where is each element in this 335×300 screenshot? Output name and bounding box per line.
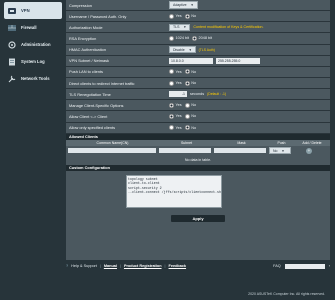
only-specified-no-radio[interactable]: No <box>184 125 196 131</box>
keys-certification-link[interactable]: Content modification of Keys & Certifica… <box>193 25 263 29</box>
manage-opts-row: Manage Client-Specific Options Yes No <box>66 100 330 112</box>
push-lan-no-radio[interactable]: No <box>184 69 196 75</box>
c2c-no-radio[interactable]: No <box>184 113 196 119</box>
auth-mode-row: Authorization Mode TLS ▼ Content modific… <box>66 22 330 34</box>
apply-row: Apply <box>66 213 330 223</box>
only-specified-label: Allow only specified clients <box>69 125 116 131</box>
tls-reneg-row: TLS Renegotiation Time -1 seconds (Defau… <box>66 89 330 101</box>
subnet-client-input[interactable] <box>159 148 211 154</box>
hmac-row: HMAC Authentication Disable ▼ (TLS Auth) <box>66 45 330 56</box>
sidebar-item-label: Administration <box>21 42 51 47</box>
mask-client-input[interactable] <box>214 148 266 154</box>
product-registration-link[interactable]: Product Registration <box>124 264 162 268</box>
tls-reneg-note: (Default : -1) <box>207 92 226 97</box>
sidebar-item-network-tools[interactable]: Network Tools <box>4 70 62 87</box>
copyright: 2020 ASUSTeK Computer Inc. All rights re… <box>248 292 325 296</box>
push-lan-row: Push LAN to clients Yes No <box>66 67 330 78</box>
sidebar-item-label: VPN <box>21 8 30 13</box>
sidebar-item-label: System Log <box>21 59 45 64</box>
sidebar: VPN Firewall Administration System Log N… <box>4 0 62 100</box>
tls-reneg-label: TLS Renegotiation Time <box>69 91 111 97</box>
custom-config-textarea[interactable] <box>126 174 222 208</box>
network-tools-icon <box>7 74 17 84</box>
tls-reneg-input[interactable]: -1 <box>169 91 187 97</box>
manage-opts-label: Manage Client-Specific Options <box>69 102 124 108</box>
administration-icon <box>7 40 17 50</box>
rsa-label: RSA Encryption <box>69 35 97 41</box>
footer: ? Help & Support | Manual | Product Regi… <box>66 263 330 269</box>
column-header: Mask <box>237 140 246 145</box>
search-icon[interactable]: › <box>329 264 330 268</box>
username-auth-no-radio[interactable]: No <box>184 13 196 19</box>
c2c-yes-radio[interactable]: Yes <box>169 113 182 119</box>
c2c-row: Allow Client <-> Client Yes No <box>66 111 330 123</box>
redirect-yes-radio[interactable]: Yes <box>169 80 182 86</box>
username-auth-yes-radio[interactable]: Yes <box>169 13 182 19</box>
subnet-input[interactable]: 10.8.0.0 <box>169 58 213 64</box>
sidebar-item-vpn[interactable]: VPN <box>4 2 62 19</box>
subnet-row: VPN Subnet / Netmask 10.8.0.0 255.255.25… <box>66 56 330 67</box>
sidebar-item-administration[interactable]: Administration <box>4 36 62 53</box>
settings-table: Compression Adaptive ▼ Username / Passwo… <box>66 0 330 134</box>
hmac-label: HMAC Authentication <box>69 47 106 53</box>
add-client-button[interactable]: + <box>306 147 312 154</box>
sidebar-item-system-log[interactable]: System Log <box>4 53 62 70</box>
subnet-label: VPN Subnet / Netmask <box>69 58 110 64</box>
manage-opts-no-radio[interactable]: No <box>184 102 196 108</box>
redirect-row: Direct clients to redirect Internet traf… <box>66 78 330 90</box>
hmac-note: (TLS Auth) <box>198 47 215 52</box>
c2c-label: Allow Client <-> Client <box>69 113 108 119</box>
redirect-no-radio[interactable]: No <box>184 80 196 86</box>
system-log-icon <box>7 57 17 67</box>
help-icon: ? <box>66 264 69 268</box>
empty-table-message: No data in table. <box>66 155 330 165</box>
column-header: Add / Delete <box>302 140 322 145</box>
rsa-row: RSA Encryption 1024 bit 2048 bit <box>66 33 330 45</box>
allowed-clients-input-row: No ▼ + <box>66 145 330 156</box>
manual-link[interactable]: Manual <box>104 264 117 268</box>
push-lan-yes-radio[interactable]: Yes <box>169 69 182 75</box>
netmask-input[interactable]: 255.255.255.0 <box>216 58 260 64</box>
column-header: Push <box>277 140 286 145</box>
compression-label: Compression <box>69 2 92 8</box>
help-support-label: Help & Support <box>71 264 97 268</box>
auth-mode-label: Authorization Mode <box>69 24 103 30</box>
apply-button[interactable]: Apply <box>171 214 225 222</box>
compression-row: Compression Adaptive ▼ <box>66 0 330 12</box>
only-specified-yes-radio[interactable]: Yes <box>169 125 182 131</box>
rsa-2048-radio[interactable]: 2048 bit <box>192 35 212 41</box>
feedback-link[interactable]: Feedback <box>169 264 187 268</box>
sidebar-item-label: Network Tools <box>21 76 50 81</box>
sidebar-item-firewall[interactable]: Firewall <box>4 19 62 36</box>
compression-select[interactable]: Adaptive ▼ <box>169 1 198 9</box>
custom-config-area <box>66 170 330 214</box>
redirect-label: Direct clients to redirect Internet traf… <box>69 80 135 86</box>
hmac-select[interactable]: Disable ▼ <box>169 45 196 54</box>
push-lan-label: Push LAN to clients <box>69 69 103 75</box>
auth-mode-select[interactable]: TLS ▼ <box>169 23 191 32</box>
chevron-down-icon: ▼ <box>190 3 194 8</box>
rsa-1024-radio[interactable]: 1024 bit <box>169 35 189 41</box>
vpn-icon <box>7 6 17 16</box>
manage-opts-yes-radio[interactable]: Yes <box>169 102 182 108</box>
common-name-input[interactable] <box>68 148 156 154</box>
column-header: Subnet <box>180 140 193 145</box>
faq-label: FAQ <box>273 264 281 268</box>
faq-search-input[interactable] <box>284 263 325 269</box>
vpn-server-settings-panel: Compression Adaptive ▼ Username / Passwo… <box>66 0 330 260</box>
chevron-down-icon: ▼ <box>183 25 187 30</box>
username-auth-label: Username / Password Auth. Only <box>69 13 127 19</box>
firewall-icon <box>7 23 17 33</box>
tls-reneg-unit: seconds <box>190 92 205 97</box>
column-header: Common Name(CN) <box>96 140 129 145</box>
sidebar-item-label: Firewall <box>21 25 37 30</box>
username-auth-row: Username / Password Auth. Only Yes No <box>66 11 330 23</box>
chevron-down-icon: ▼ <box>281 148 285 153</box>
only-specified-row: Allow only specified clients Yes No <box>66 123 330 134</box>
chevron-down-icon: ▼ <box>188 47 192 52</box>
push-select[interactable]: No ▼ <box>269 146 291 155</box>
